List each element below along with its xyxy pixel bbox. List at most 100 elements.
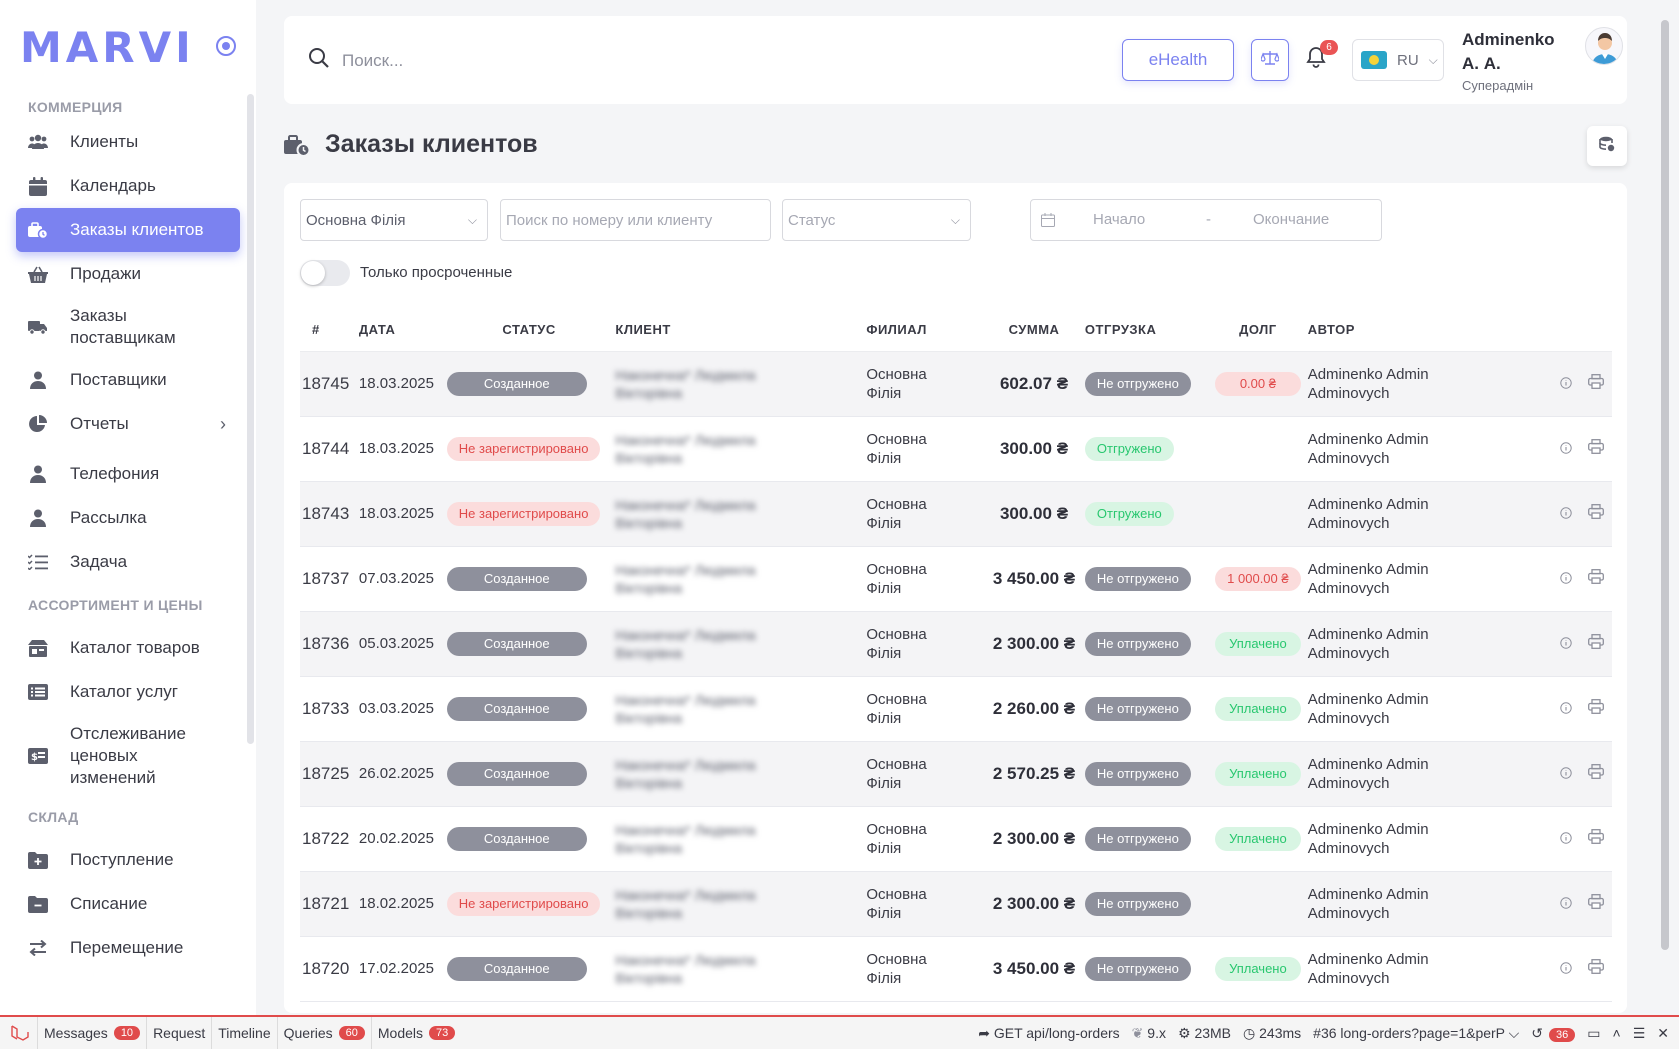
print-icon[interactable]: [1587, 504, 1604, 523]
sidebar-item-client-orders[interactable]: Заказы клиентов: [16, 208, 240, 252]
scale-button[interactable]: [1251, 39, 1289, 81]
sidebar-scrollbar[interactable]: [247, 94, 254, 744]
logo[interactable]: MARVI: [20, 23, 195, 72]
info-icon[interactable]: [1559, 896, 1572, 913]
sidebar-item-supplier-orders[interactable]: Заказы поставщикам: [16, 296, 240, 358]
debug-tab-timeline[interactable]: Timeline: [212, 1017, 278, 1049]
print-icon[interactable]: [1587, 439, 1604, 458]
table-row[interactable]: 18737 07.03.2025 Созданное Наконечна* Людми…: [300, 546, 1612, 611]
order-number[interactable]: 18733: [300, 676, 359, 741]
sidebar-item-transfer[interactable]: Перемещение: [16, 926, 240, 970]
client-name[interactable]: Наконечна* Людмила Вікторівна: [615, 951, 765, 987]
client-cell[interactable]: Наконечна* Людмила Вікторівна: [611, 351, 866, 416]
table-row[interactable]: 18721 18.02.2025 Не зарегистрировано Наконе…: [300, 871, 1612, 936]
client-cell[interactable]: Наконечна* Людмила Вікторівна: [611, 416, 866, 481]
close-icon[interactable]: ✕: [1657, 1025, 1669, 1042]
date-start-input[interactable]: Начало: [1093, 211, 1145, 228]
table-row[interactable]: 18736 05.03.2025 Созданное Наконечна* Людми…: [300, 611, 1612, 676]
date-range-picker[interactable]: Начало - Окончание: [1030, 199, 1382, 241]
overdue-toggle[interactable]: [300, 260, 350, 286]
client-cell[interactable]: Наконечна* Людмила Вікторівна: [611, 741, 866, 806]
info-icon[interactable]: [1559, 701, 1572, 718]
sidebar-item-receipt[interactable]: Поступление: [16, 838, 240, 882]
status-select[interactable]: Статус ⌵: [782, 199, 971, 241]
table-row[interactable]: 18745 18.03.2025 Созданное Наконечна* Людми…: [300, 351, 1612, 416]
client-cell[interactable]: Наконечна* Людмила Вікторівна: [611, 546, 866, 611]
column-header-shipment[interactable]: ОТГРУЗКА: [1085, 309, 1208, 351]
column-header-debt[interactable]: ДОЛГ: [1208, 309, 1308, 351]
sidebar-item-product-catalog[interactable]: Каталог товаров: [16, 626, 240, 670]
request-select[interactable]: #36 long-orders?page=1&perP ⌵: [1313, 1025, 1519, 1042]
user-name[interactable]: Adminenko А. А.: [1462, 28, 1572, 76]
client-name[interactable]: Наконечна* Людмила Вікторівна: [615, 886, 765, 922]
settings-sliders-icon[interactable]: ☰: [1633, 1025, 1646, 1042]
column-header-sum[interactable]: СУММА: [983, 309, 1085, 351]
sidebar-item-calendar[interactable]: Календарь: [16, 164, 240, 208]
client-cell[interactable]: Наконечна* Людмила Вікторівна: [611, 936, 866, 1001]
sidebar-item-mailing[interactable]: Рассылка: [16, 496, 240, 540]
table-row[interactable]: 18722 20.02.2025 Созданное Наконечна* Людми…: [300, 806, 1612, 871]
debug-tab-models[interactable]: Models 73: [372, 1017, 461, 1049]
database-button[interactable]: [1587, 126, 1627, 166]
client-name[interactable]: Наконечна* Людмила Вікторівна: [615, 496, 765, 532]
table-row[interactable]: 18744 18.03.2025 Не зарегистрировано Наконе…: [300, 416, 1612, 481]
print-icon[interactable]: [1587, 569, 1604, 588]
sidebar-item-service-catalog[interactable]: Каталог услуг: [16, 670, 240, 714]
print-icon[interactable]: [1587, 634, 1604, 653]
table-row[interactable]: 18733 03.03.2025 Созданное Наконечна* Людми…: [300, 676, 1612, 741]
avatar[interactable]: [1585, 27, 1623, 65]
info-icon[interactable]: [1559, 766, 1572, 783]
language-select[interactable]: RU ⌵: [1352, 39, 1444, 81]
page-scrollbar[interactable]: [1660, 20, 1670, 1020]
column-header-client[interactable]: КЛИЕНТ: [611, 309, 866, 351]
chevron-up-icon[interactable]: ˄: [1613, 1025, 1621, 1041]
print-icon[interactable]: [1587, 829, 1604, 848]
global-search-input[interactable]: [342, 46, 942, 76]
client-name[interactable]: Наконечна* Людмила Вікторівна: [615, 561, 765, 597]
order-number[interactable]: 18744: [300, 416, 359, 481]
order-number[interactable]: 18722: [300, 806, 359, 871]
order-number[interactable]: 18720: [300, 936, 359, 1001]
sidebar-item-suppliers[interactable]: Поставщики: [16, 358, 240, 402]
column-header-branch[interactable]: ФИЛИАЛ: [866, 309, 983, 351]
sidebar-toggle-icon[interactable]: [216, 36, 236, 56]
column-header-date[interactable]: ДАТА: [359, 309, 447, 351]
ehealth-button[interactable]: eHealth: [1122, 39, 1234, 81]
client-cell[interactable]: Наконечна* Людмила Вікторівна: [611, 481, 866, 546]
sidebar-item-writeoff[interactable]: Списание: [16, 882, 240, 926]
client-name[interactable]: Наконечна* Людмила Вікторівна: [615, 821, 765, 857]
order-number[interactable]: 18737: [300, 546, 359, 611]
sidebar-item-clients[interactable]: Клиенты: [16, 120, 240, 164]
sidebar-item-price-tracking[interactable]: $ Отслеживание ценовых изменений: [16, 714, 240, 798]
info-icon[interactable]: [1559, 961, 1572, 978]
column-header-status[interactable]: СТАТУС: [447, 309, 612, 351]
folder-open-icon[interactable]: ▭: [1587, 1025, 1600, 1042]
info-icon[interactable]: [1559, 831, 1572, 848]
order-number[interactable]: 18745: [300, 351, 359, 416]
info-icon[interactable]: [1559, 441, 1572, 458]
info-icon[interactable]: [1559, 636, 1572, 653]
client-cell[interactable]: Наконечна* Людмила Вікторівна: [611, 676, 866, 741]
table-row[interactable]: 18720 17.02.2025 Созданное Наконечна* Людми…: [300, 936, 1612, 1001]
sidebar-item-telephony[interactable]: Телефония: [16, 452, 240, 496]
order-number[interactable]: 18725: [300, 741, 359, 806]
column-header-number[interactable]: #: [300, 309, 359, 351]
info-icon[interactable]: [1559, 376, 1572, 393]
history-button[interactable]: ↺ 36: [1531, 1025, 1576, 1042]
debug-tab-queries[interactable]: Queries 60: [278, 1017, 372, 1049]
print-icon[interactable]: [1587, 959, 1604, 978]
order-number[interactable]: 18736: [300, 611, 359, 676]
info-icon[interactable]: [1559, 506, 1572, 523]
client-cell[interactable]: Наконечна* Людмила Вікторівна: [611, 871, 866, 936]
client-name[interactable]: Наконечна* Людмила Вікторівна: [615, 366, 765, 402]
order-number[interactable]: 18721: [300, 871, 359, 936]
client-cell[interactable]: Наконечна* Людмила Вікторівна: [611, 806, 866, 871]
table-row[interactable]: 18725 26.02.2025 Созданное Наконечна* Людми…: [300, 741, 1612, 806]
client-name[interactable]: Наконечна* Людмила Вікторівна: [615, 626, 765, 662]
client-cell[interactable]: Наконечна* Людмила Вікторівна: [611, 611, 866, 676]
print-icon[interactable]: [1587, 374, 1604, 393]
table-row[interactable]: 18743 18.03.2025 Не зарегистрировано Наконе…: [300, 481, 1612, 546]
info-icon[interactable]: [1559, 571, 1572, 588]
order-number[interactable]: 18743: [300, 481, 359, 546]
debug-tab-request[interactable]: Request: [147, 1017, 213, 1049]
